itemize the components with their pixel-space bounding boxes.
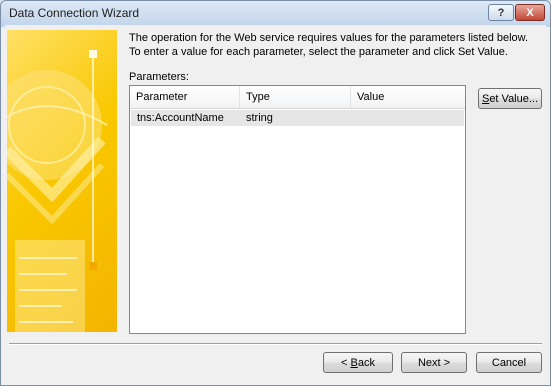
wizard-client-area: The operation for the Web service requir…	[5, 25, 546, 381]
banner-artwork	[7, 50, 108, 332]
parameters-list[interactable]: Parameter Type Value tns:AccountName str…	[129, 85, 466, 334]
footer-divider	[9, 343, 542, 345]
set-value-mnemonic: S	[481, 92, 490, 105]
back-mnemonic: B	[350, 356, 358, 369]
next-button[interactable]: Next >	[401, 352, 467, 373]
instructions-line-1: The operation for the Web service requir…	[129, 32, 529, 44]
set-value-label: et Value...	[489, 92, 539, 105]
help-icon: ?	[497, 6, 505, 19]
next-label: Next >	[417, 356, 451, 369]
window-title: Data Connection Wizard	[9, 6, 140, 20]
cancel-button[interactable]: Cancel	[476, 352, 542, 373]
close-icon: X	[526, 6, 534, 19]
cancel-label: Cancel	[491, 356, 527, 369]
back-prefix: <	[341, 356, 351, 369]
column-header-type[interactable]: Type	[240, 86, 351, 108]
parameters-list-header: Parameter Type Value	[130, 86, 465, 109]
row-parameter-cell: tns:AccountName	[137, 112, 224, 124]
wizard-window: Data Connection Wizard ? X The operation…	[0, 0, 551, 386]
help-button[interactable]: ?	[488, 4, 514, 21]
table-row[interactable]: tns:AccountName string	[131, 110, 464, 126]
column-header-parameter[interactable]: Parameter	[130, 86, 240, 108]
parameters-label: Parameters:	[129, 71, 189, 83]
close-button[interactable]: X	[515, 4, 545, 21]
set-value-button[interactable]: Set Value...	[478, 88, 542, 109]
column-header-value[interactable]: Value	[351, 86, 465, 108]
back-label: ack	[357, 356, 375, 369]
row-value-cell	[351, 110, 357, 126]
wizard-banner-graphic	[7, 30, 117, 332]
back-button[interactable]: < Back	[323, 352, 393, 373]
instructions-text: The operation for the Web service requir…	[129, 31, 529, 59]
title-bar[interactable]: Data Connection Wizard ? X	[1, 1, 550, 25]
instructions-line-2: To enter a value for each parameter, sel…	[129, 46, 508, 58]
row-type-cell: string	[246, 112, 273, 124]
